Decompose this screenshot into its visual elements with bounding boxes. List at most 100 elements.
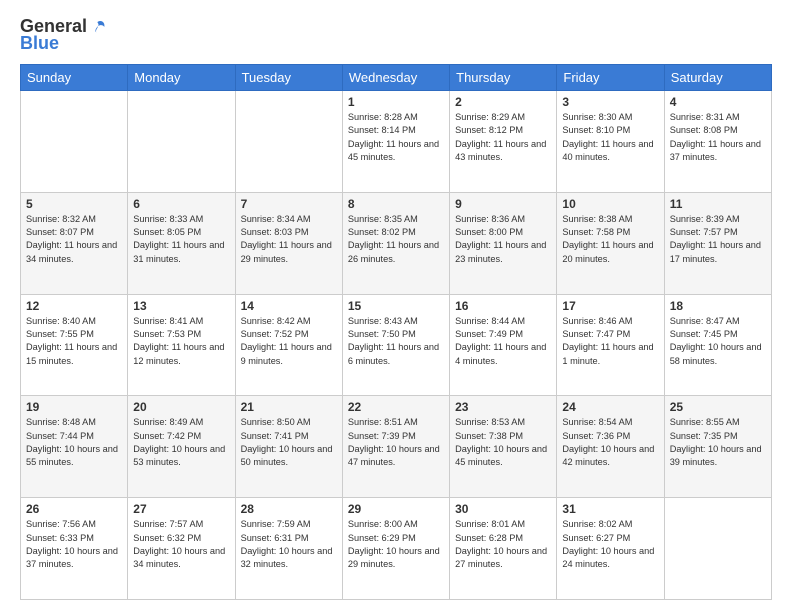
cell-info: Sunrise: 8:49 AMSunset: 7:42 PMDaylight:… — [133, 416, 229, 469]
cell-info: Sunrise: 8:36 AMSunset: 8:00 PMDaylight:… — [455, 213, 551, 266]
calendar-cell: 29 Sunrise: 8:00 AMSunset: 6:29 PMDayligh… — [342, 498, 449, 600]
calendar-cell: 15 Sunrise: 8:43 AMSunset: 7:50 PMDayligh… — [342, 294, 449, 396]
day-number: 12 — [26, 299, 122, 313]
calendar-cell: 11 Sunrise: 8:39 AMSunset: 7:57 PMDayligh… — [664, 192, 771, 294]
cell-info: Sunrise: 8:51 AMSunset: 7:39 PMDaylight:… — [348, 416, 444, 469]
cell-info: Sunrise: 8:40 AMSunset: 7:55 PMDaylight:… — [26, 315, 122, 368]
day-number: 30 — [455, 502, 551, 516]
day-number: 4 — [670, 95, 766, 109]
cell-info: Sunrise: 8:35 AMSunset: 8:02 PMDaylight:… — [348, 213, 444, 266]
day-number: 6 — [133, 197, 229, 211]
day-number: 28 — [241, 502, 337, 516]
day-number: 19 — [26, 400, 122, 414]
calendar-cell: 24 Sunrise: 8:54 AMSunset: 7:36 PMDayligh… — [557, 396, 664, 498]
calendar-cell: 8Sunrise: 8:35 AMSunset: 8:02 PMDaylight… — [342, 192, 449, 294]
calendar-cell: 22Sunrise: 8:51 AMSunset: 7:39 PMDayligh… — [342, 396, 449, 498]
calendar-cell: 25 Sunrise: 8:55 AMSunset: 7:35 PMDayligh… — [664, 396, 771, 498]
day-number: 23 — [455, 400, 551, 414]
cell-info: Sunrise: 8:48 AMSunset: 7:44 PMDaylight:… — [26, 416, 122, 469]
day-number: 29 — [348, 502, 444, 516]
cell-info: Sunrise: 8:01 AMSunset: 6:28 PMDaylight:… — [455, 518, 551, 571]
calendar-cell: 10 Sunrise: 8:38 AMSunset: 7:58 PMDayligh… — [557, 192, 664, 294]
day-number: 2 — [455, 95, 551, 109]
cell-info: Sunrise: 8:28 AMSunset: 8:14 PMDaylight:… — [348, 111, 444, 164]
calendar-week-row: 19 Sunrise: 8:48 AMSunset: 7:44 PMDayligh… — [21, 396, 772, 498]
calendar-header-tuesday: Tuesday — [235, 65, 342, 91]
day-number: 7 — [241, 197, 337, 211]
day-number: 11 — [670, 197, 766, 211]
logo: General Blue — [20, 16, 107, 54]
calendar-cell: 13 Sunrise: 8:41 AMSunset: 7:53 PMDayligh… — [128, 294, 235, 396]
calendar-cell: 30 Sunrise: 8:01 AMSunset: 6:28 PMDayligh… — [450, 498, 557, 600]
cell-info: Sunrise: 8:41 AMSunset: 7:53 PMDaylight:… — [133, 315, 229, 368]
day-number: 25 — [670, 400, 766, 414]
cell-info: Sunrise: 8:42 AMSunset: 7:52 PMDaylight:… — [241, 315, 337, 368]
calendar-cell: 21 Sunrise: 8:50 AMSunset: 7:41 PMDayligh… — [235, 396, 342, 498]
calendar-cell — [664, 498, 771, 600]
cell-info: Sunrise: 8:30 AMSunset: 8:10 PMDaylight:… — [562, 111, 658, 164]
calendar-cell: 27 Sunrise: 7:57 AMSunset: 6:32 PMDayligh… — [128, 498, 235, 600]
calendar-cell: 28 Sunrise: 7:59 AMSunset: 6:31 PMDayligh… — [235, 498, 342, 600]
calendar-cell: 26Sunrise: 7:56 AMSunset: 6:33 PMDayligh… — [21, 498, 128, 600]
calendar-cell — [235, 91, 342, 193]
cell-info: Sunrise: 8:34 AMSunset: 8:03 PMDaylight:… — [241, 213, 337, 266]
day-number: 17 — [562, 299, 658, 313]
cell-info: Sunrise: 8:46 AMSunset: 7:47 PMDaylight:… — [562, 315, 658, 368]
calendar-cell: 6 Sunrise: 8:33 AMSunset: 8:05 PMDaylight… — [128, 192, 235, 294]
day-number: 1 — [348, 95, 444, 109]
calendar-cell: 2Sunrise: 8:29 AMSunset: 8:12 PMDaylight… — [450, 91, 557, 193]
day-number: 14 — [241, 299, 337, 313]
logo-blue-text: Blue — [20, 33, 59, 54]
calendar-cell: 31 Sunrise: 8:02 AMSunset: 6:27 PMDayligh… — [557, 498, 664, 600]
cell-info: Sunrise: 8:53 AMSunset: 7:38 PMDaylight:… — [455, 416, 551, 469]
day-number: 27 — [133, 502, 229, 516]
calendar-cell: 9 Sunrise: 8:36 AMSunset: 8:00 PMDaylight… — [450, 192, 557, 294]
cell-info: Sunrise: 8:31 AMSunset: 8:08 PMDaylight:… — [670, 111, 766, 164]
cell-info: Sunrise: 8:43 AMSunset: 7:50 PMDaylight:… — [348, 315, 444, 368]
calendar-cell: 14 Sunrise: 8:42 AMSunset: 7:52 PMDayligh… — [235, 294, 342, 396]
day-number: 3 — [562, 95, 658, 109]
day-number: 26 — [26, 502, 122, 516]
cell-info: Sunrise: 8:44 AMSunset: 7:49 PMDaylight:… — [455, 315, 551, 368]
cell-info: Sunrise: 8:00 AMSunset: 6:29 PMDaylight:… — [348, 518, 444, 571]
calendar-cell: 7 Sunrise: 8:34 AMSunset: 8:03 PMDaylight… — [235, 192, 342, 294]
day-number: 31 — [562, 502, 658, 516]
calendar-cell: 3 Sunrise: 8:30 AMSunset: 8:10 PMDaylight… — [557, 91, 664, 193]
calendar-cell: 5Sunrise: 8:32 AMSunset: 8:07 PMDaylight… — [21, 192, 128, 294]
calendar-cell: 1 Sunrise: 8:28 AMSunset: 8:14 PMDaylight… — [342, 91, 449, 193]
calendar-cell: 17 Sunrise: 8:46 AMSunset: 7:47 PMDayligh… — [557, 294, 664, 396]
cell-info: Sunrise: 8:33 AMSunset: 8:05 PMDaylight:… — [133, 213, 229, 266]
cell-info: Sunrise: 8:55 AMSunset: 7:35 PMDaylight:… — [670, 416, 766, 469]
day-number: 21 — [241, 400, 337, 414]
calendar-header-wednesday: Wednesday — [342, 65, 449, 91]
calendar-header-sunday: Sunday — [21, 65, 128, 91]
day-number: 5 — [26, 197, 122, 211]
cell-info: Sunrise: 8:50 AMSunset: 7:41 PMDaylight:… — [241, 416, 337, 469]
cell-info: Sunrise: 8:54 AMSunset: 7:36 PMDaylight:… — [562, 416, 658, 469]
day-number: 10 — [562, 197, 658, 211]
day-number: 24 — [562, 400, 658, 414]
calendar-header-row: SundayMondayTuesdayWednesdayThursdayFrid… — [21, 65, 772, 91]
cell-info: Sunrise: 8:39 AMSunset: 7:57 PMDaylight:… — [670, 213, 766, 266]
calendar-cell — [21, 91, 128, 193]
page: General Blue SundayMondayTuesdayWednesda… — [0, 0, 792, 612]
cell-info: Sunrise: 7:59 AMSunset: 6:31 PMDaylight:… — [241, 518, 337, 571]
cell-info: Sunrise: 8:38 AMSunset: 7:58 PMDaylight:… — [562, 213, 658, 266]
logo-bird-icon — [89, 18, 107, 36]
calendar-cell: 18 Sunrise: 8:47 AMSunset: 7:45 PMDayligh… — [664, 294, 771, 396]
cell-info: Sunrise: 7:57 AMSunset: 6:32 PMDaylight:… — [133, 518, 229, 571]
calendar-week-row: 1 Sunrise: 8:28 AMSunset: 8:14 PMDaylight… — [21, 91, 772, 193]
day-number: 15 — [348, 299, 444, 313]
day-number: 18 — [670, 299, 766, 313]
day-number: 16 — [455, 299, 551, 313]
calendar-header-saturday: Saturday — [664, 65, 771, 91]
day-number: 9 — [455, 197, 551, 211]
header: General Blue — [20, 16, 772, 54]
day-number: 20 — [133, 400, 229, 414]
calendar-cell: 4 Sunrise: 8:31 AMSunset: 8:08 PMDaylight… — [664, 91, 771, 193]
calendar-week-row: 12 Sunrise: 8:40 AMSunset: 7:55 PMDayligh… — [21, 294, 772, 396]
calendar-cell: 12 Sunrise: 8:40 AMSunset: 7:55 PMDayligh… — [21, 294, 128, 396]
cell-info: Sunrise: 8:47 AMSunset: 7:45 PMDaylight:… — [670, 315, 766, 368]
day-number: 13 — [133, 299, 229, 313]
cell-info: Sunrise: 8:02 AMSunset: 6:27 PMDaylight:… — [562, 518, 658, 571]
